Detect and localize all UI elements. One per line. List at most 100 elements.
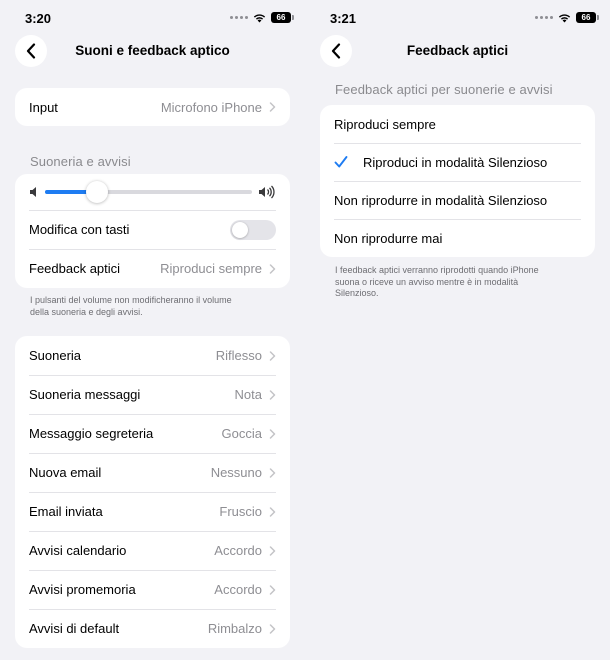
haptics-footnote-line: suona o riceve un avviso mentre è in mod… <box>335 276 519 287</box>
sound-row-calendar[interactable]: Avvisi calendario Accordo <box>15 531 290 570</box>
chevron-right-icon <box>269 263 276 274</box>
sound-label: Avvisi di default <box>29 621 120 636</box>
screen-haptic-feedback: 3:21 66 Feedback aptici Feedback aptici … <box>305 0 610 660</box>
sound-value-group: Accordo <box>214 582 276 597</box>
chevron-right-icon <box>269 350 276 361</box>
option-label: Riproduci sempre <box>334 116 436 132</box>
status-icons: 66 <box>535 12 599 23</box>
modify-with-buttons-row: Modifica con tasti <box>15 210 290 249</box>
sound-value-group: Nessuno <box>211 465 276 480</box>
chevron-right-icon <box>269 506 276 517</box>
option-label: Non riprodurre mai <box>334 230 443 246</box>
option-always-play[interactable]: Riproduci sempre <box>320 105 595 143</box>
volume-footnote: I pulsanti del volume non modificheranno… <box>30 295 232 318</box>
speaker-low-icon <box>30 187 36 197</box>
sound-row-default-alerts[interactable]: Avvisi di default Rimbalzo <box>15 609 290 648</box>
input-label: Input <box>29 99 58 115</box>
haptics-footnote: I feedback aptici verranno riprodotti qu… <box>335 265 539 300</box>
page-title: Suoni e feedback aptico <box>75 43 230 58</box>
sound-value: Rimbalzo <box>207 621 262 636</box>
sound-label: Email inviata <box>29 504 103 519</box>
option-label: Non riprodurre in modalità Silenzioso <box>334 192 548 208</box>
option-dont-play-in-silent[interactable]: Non riprodurre in modalità Silenzioso <box>320 181 595 219</box>
sound-row-sent-mail[interactable]: Email inviata Fruscio <box>15 492 290 531</box>
sound-label: Suoneria messaggi <box>29 387 141 402</box>
sound-value: Accordo <box>214 582 262 597</box>
modify-with-buttons-label: Modifica con tasti <box>29 222 130 237</box>
sound-label: Nuova email <box>29 465 102 480</box>
sound-value: Riflesso <box>215 348 262 363</box>
battery-icon: 66 <box>576 12 599 23</box>
modify-with-buttons-toggle[interactable] <box>230 219 276 240</box>
sound-label: Suoneria <box>29 348 82 363</box>
haptics-row[interactable]: Feedback aptici Riproduci sempre <box>15 249 290 288</box>
sound-value-group: Accordo <box>214 543 276 558</box>
sound-value-group: Nota <box>235 387 276 402</box>
option-never-play[interactable]: Non riprodurre mai <box>320 219 595 257</box>
sounds-card: Suoneria Riflesso Suoneria messaggi Nota… <box>15 336 290 648</box>
haptics-options-card: Riproduci sempre Riproduci in modalità S… <box>320 105 595 257</box>
sound-value-group: Goccia <box>222 426 276 441</box>
cellular-signal-icon <box>535 16 553 19</box>
cellular-signal-icon <box>230 16 248 19</box>
screen-sounds-haptics: 3:20 66 Suoni e feedback aptico Input Mi… <box>0 0 305 660</box>
volume-footnote-line: I pulsanti del volume non modificheranno… <box>30 295 232 305</box>
sound-value: Goccia <box>221 426 262 441</box>
sound-value: Fruscio <box>219 504 262 519</box>
nav-bar: Suoni e feedback aptico <box>0 35 305 69</box>
volume-slider-wrap <box>29 181 276 203</box>
chevron-right-icon <box>269 584 276 595</box>
haptics-label: Feedback aptici <box>29 261 121 276</box>
chevron-right-icon <box>269 428 276 439</box>
sound-row-voicemail[interactable]: Messaggio segreteria Goccia <box>15 414 290 453</box>
option-play-in-silent[interactable]: Riproduci in modalità Silenzioso <box>320 143 595 181</box>
volume-slider-thumb[interactable] <box>85 181 108 203</box>
sound-value-group: Rimbalzo <box>208 621 276 636</box>
sound-row-new-mail[interactable]: Nuova email Nessuno <box>15 453 290 492</box>
volume-slider-row <box>15 174 290 210</box>
option-label: Riproduci in modalità Silenzioso <box>363 154 548 170</box>
ringer-card: Modifica con tasti Feedback aptici Ripro… <box>15 174 290 288</box>
input-card: Input Microfono iPhone <box>15 88 290 126</box>
haptics-section-header: Feedback aptici per suonerie e avvisi <box>335 82 553 97</box>
haptics-footnote-line: I feedback aptici verranno riprodotti qu… <box>335 265 539 275</box>
wifi-icon <box>558 13 571 22</box>
sound-value-group: Fruscio <box>219 504 276 519</box>
status-time: 3:21 <box>330 11 357 26</box>
volume-footnote-line: della suoneria e degli avvisi. <box>30 306 143 317</box>
sound-row-reminder[interactable]: Avvisi promemoria Accordo <box>15 570 290 609</box>
input-row[interactable]: Input Microfono iPhone <box>15 88 290 126</box>
chevron-right-icon <box>269 467 276 478</box>
sound-value: Nota <box>234 387 262 402</box>
checkmark-icon <box>334 156 348 168</box>
chevron-right-icon <box>269 623 276 634</box>
status-icons: 66 <box>230 12 294 23</box>
sound-label: Messaggio segreteria <box>29 426 154 441</box>
haptics-footnote-line: Silenzioso. <box>335 288 379 298</box>
wifi-icon <box>253 13 266 22</box>
input-value: Microfono iPhone <box>160 99 262 115</box>
sound-value: Nessuno <box>210 465 262 480</box>
chevron-right-icon <box>269 389 276 400</box>
ringer-section-header: Suoneria e avvisi <box>30 154 131 169</box>
status-bar: 3:20 66 <box>0 0 305 36</box>
battery-icon: 66 <box>271 12 294 23</box>
sound-label: Avvisi promemoria <box>29 582 136 597</box>
status-time: 3:20 <box>25 11 52 26</box>
chevron-right-icon <box>269 102 276 112</box>
haptics-value-group: Riproduci sempre <box>160 261 276 276</box>
sound-row-ringtone[interactable]: Suoneria Riflesso <box>15 336 290 375</box>
speaker-high-icon <box>259 185 275 199</box>
chevron-right-icon <box>269 545 276 556</box>
page-title: Feedback aptici <box>406 43 509 58</box>
sound-label: Avvisi calendario <box>29 543 127 558</box>
sound-value-group: Riflesso <box>216 348 276 363</box>
status-bar: 3:21 66 <box>305 0 610 36</box>
nav-bar: Feedback aptici <box>305 35 610 69</box>
haptics-value: Riproduci sempre <box>160 261 262 276</box>
sound-row-text-tone[interactable]: Suoneria messaggi Nota <box>15 375 290 414</box>
sound-value: Accordo <box>214 543 262 558</box>
volume-slider[interactable] <box>45 181 252 203</box>
input-value-group: Microfono iPhone <box>161 100 276 115</box>
toggle-knob <box>232 221 248 238</box>
